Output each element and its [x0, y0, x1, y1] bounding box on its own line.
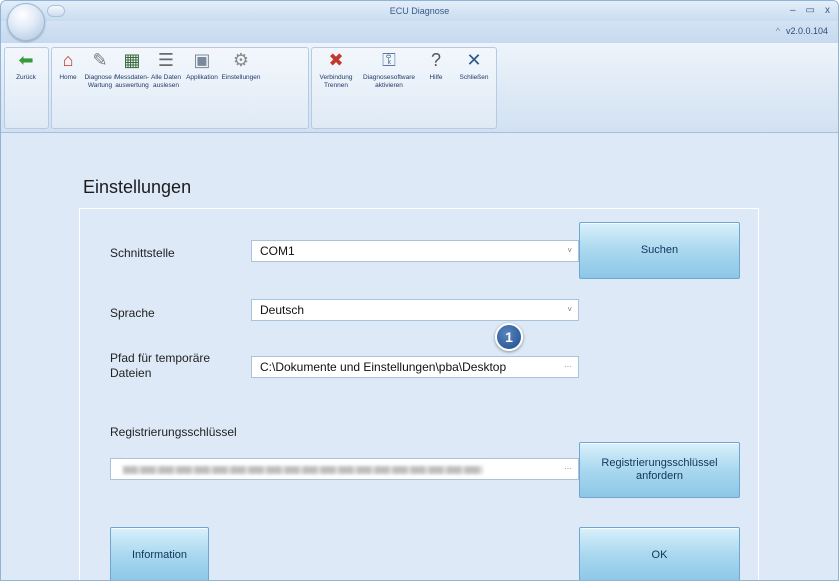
ribbon-button-label: Alle Daten auslesen: [151, 74, 181, 89]
chevron-down-icon: ˅: [567, 246, 572, 255]
search-button[interactable]: Suchen: [579, 222, 740, 279]
disconnect-icon: ✖: [328, 50, 344, 70]
registration-key-value-blurred: [123, 466, 483, 474]
activate-icon: ⚿: [382, 50, 396, 70]
app-window: ECU Diagnose – ▭ x ^ v2.0.0.104 ⬅ Zurück ⌂…: [0, 0, 839, 581]
information-button[interactable]: Information: [110, 527, 209, 580]
ribbon-button-label: Schließen: [459, 74, 489, 81]
ribbon-button-5[interactable]: ▣ Applikation: [184, 49, 220, 82]
minimize-button[interactable]: –: [790, 1, 796, 21]
ribbon-button-1[interactable]: ⌂ Home: [53, 49, 83, 82]
ribbon-button-8[interactable]: ⚿ Diagnosesoftware aktivieren: [358, 49, 420, 90]
ribbon-minimize-icon[interactable]: ^: [776, 26, 780, 36]
home-icon: ⌂: [62, 50, 74, 70]
window-title: ECU Diagnose: [389, 6, 450, 16]
gears-icon: ⚙: [232, 50, 250, 70]
registration-key-label: Registrierungsschlüssel: [110, 425, 237, 439]
application-icon: ▣: [193, 50, 211, 70]
title-bar: ECU Diagnose – ▭ x: [1, 1, 838, 21]
language-label: Sprache: [110, 306, 155, 320]
chevron-down-icon: ˅: [567, 305, 572, 314]
version-info: ^ v2.0.0.104: [776, 26, 828, 36]
ok-button[interactable]: OK: [579, 527, 740, 580]
temp-path-label: Pfad für temporäre Dateien: [110, 351, 211, 380]
ribbon-button-label: Diagnose / Wartung: [84, 74, 116, 89]
ribbon-button-9[interactable]: ? Hilfe: [421, 49, 451, 82]
page-title: Einstellungen: [83, 177, 192, 197]
ribbon-button-label: Diagnosesoftware aktivieren: [362, 74, 416, 89]
temp-path-field[interactable]: C:\Dokumente und Einstellungen\pba\Deskt…: [251, 356, 579, 378]
ribbon-button-3[interactable]: ▦ Messdaten-auswertung: [115, 49, 149, 90]
measurement-icon: ▦: [123, 50, 141, 70]
ribbon-button-4[interactable]: ☰ Alle Daten auslesen: [146, 49, 186, 90]
temp-path-value: C:\Dokumente und Einstellungen\pba\Deskt…: [260, 360, 507, 374]
callout-badge: 1: [495, 323, 523, 351]
close-window-button[interactable]: x: [825, 1, 830, 21]
settings-page: Einstellungen Schnittstelle COM1 ˅ Suche…: [1, 134, 838, 580]
tools-icon: ✎: [92, 50, 108, 70]
ribbon: ⬅ Zurück ⌂ Home ✎ Diagnose / Wartung ▦ Messdate…: [1, 43, 838, 133]
version-label: v2.0.0.104: [785, 26, 828, 36]
ribbon-button-2[interactable]: ✎ Diagnose / Wartung: [83, 49, 117, 90]
ribbon-button-label: Verbindung Trennen: [319, 74, 353, 89]
interface-label: Schnittstelle: [110, 246, 175, 260]
ribbon-button-6[interactable]: ⚙ Einstellungen: [219, 49, 263, 82]
ribbon-button-label: Einstellungen: [221, 74, 261, 81]
ribbon-button-label: Zurück: [16, 74, 36, 81]
ribbon-button-10[interactable]: ✕ Schließen: [455, 49, 493, 82]
more-icon[interactable]: ···: [564, 459, 572, 479]
database-icon: ☰: [157, 50, 175, 70]
maximize-button[interactable]: ▭: [806, 1, 815, 21]
window-controls: – ▭ x: [790, 1, 830, 21]
application-menu-button[interactable]: [7, 3, 45, 41]
language-select[interactable]: Deutsch ˅: [251, 299, 579, 321]
registration-key-field[interactable]: ···: [110, 458, 579, 480]
close-tools-icon: ✕: [466, 50, 482, 70]
ribbon-tab-row: ^ v2.0.0.104: [1, 21, 838, 43]
ribbon-button-label: Applikation: [186, 74, 218, 81]
request-key-button[interactable]: Registrierungsschlüssel anfordern: [579, 442, 740, 498]
ribbon-button-0[interactable]: ⬅ Zurück: [4, 49, 48, 82]
ribbon-button-7[interactable]: ✖ Verbindung Trennen: [314, 49, 358, 90]
ribbon-button-label: Home: [59, 74, 77, 81]
interface-select[interactable]: COM1 ˅: [251, 240, 579, 262]
help-icon: ?: [430, 50, 441, 70]
language-value: Deutsch: [260, 303, 305, 317]
interface-value: COM1: [260, 244, 295, 258]
quick-access-toolbar[interactable]: [47, 5, 65, 17]
back-arrow-icon: ⬅: [18, 50, 34, 70]
ribbon-button-label: Hilfe: [429, 74, 443, 81]
settings-panel: Schnittstelle COM1 ˅ Suchen Sprache Deut…: [79, 208, 759, 580]
browse-icon[interactable]: ···: [564, 357, 572, 377]
ribbon-button-label: Messdaten-auswertung: [115, 74, 149, 89]
